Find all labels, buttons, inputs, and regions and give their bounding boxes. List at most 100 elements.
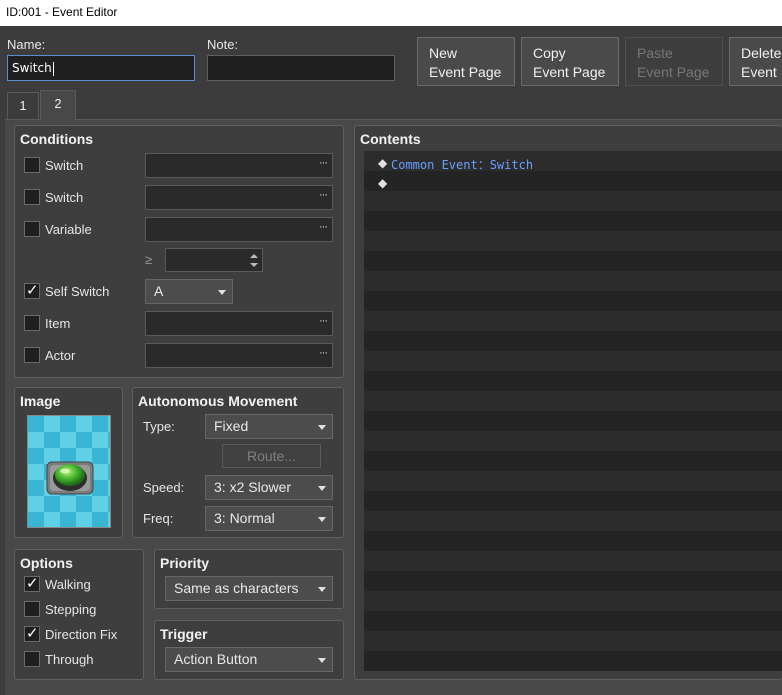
self-switch-label: Self Switch: [45, 284, 110, 299]
tab-page-1[interactable]: 1: [7, 92, 39, 120]
list-row: [364, 391, 782, 411]
switch1-checkbox[interactable]: [24, 157, 40, 173]
trigger-select[interactable]: Action Button: [165, 647, 333, 672]
list-row: [364, 271, 782, 291]
name-label: Name:: [7, 37, 46, 52]
list-row: [364, 311, 782, 331]
ellipsis-icon: ···: [319, 347, 328, 359]
checkmark-icon: ✓: [26, 574, 39, 592]
list-row: [364, 571, 782, 591]
chevron-down-icon: [318, 425, 326, 430]
variable-label: Variable: [45, 222, 92, 237]
spin-up-icon[interactable]: [250, 254, 258, 258]
list-row: [364, 251, 782, 271]
copy-button-line2: Event Page: [533, 64, 606, 80]
list-row: [364, 331, 782, 351]
walking-checkbox[interactable]: ✓: [24, 574, 40, 592]
item-picker[interactable]: ···: [145, 311, 333, 336]
list-row: [364, 351, 782, 371]
command-marker-icon: ◆: [378, 156, 388, 170]
list-row: [364, 231, 782, 251]
copy-button-line1: Copy: [533, 45, 566, 61]
through-checkbox[interactable]: [24, 651, 40, 667]
list-row: [364, 611, 782, 631]
chevron-down-icon: [318, 658, 326, 663]
checkmark-icon: ✓: [26, 281, 39, 299]
checkmark-icon: ✓: [26, 624, 39, 642]
spin-down-icon[interactable]: [250, 263, 258, 267]
through-label: Through: [45, 652, 94, 667]
ellipsis-icon: ···: [319, 221, 328, 233]
list-row: [364, 631, 782, 651]
self-switch-checkbox[interactable]: ✓: [24, 281, 40, 299]
ellipsis-icon: ···: [319, 189, 328, 201]
new-event-page-button[interactable]: New Event Page: [417, 37, 515, 86]
checkerboard-switch-graphic: [28, 416, 110, 527]
tab-page-2[interactable]: 2: [40, 90, 76, 120]
movement-freq-value: 3: Normal: [214, 510, 275, 526]
text-caret: [52, 61, 54, 76]
switch2-checkbox[interactable]: [24, 189, 40, 205]
copy-event-page-button[interactable]: Copy Event Page: [521, 37, 619, 86]
conditions-title: Conditions: [20, 131, 94, 147]
actor-checkbox[interactable]: [24, 347, 40, 363]
stepping-checkbox[interactable]: [24, 601, 40, 617]
movement-type-label: Type:: [143, 419, 175, 434]
ellipsis-icon: ···: [319, 315, 328, 327]
delete-event-page-button[interactable]: Delete Event: [729, 37, 782, 86]
variable-value-stepper[interactable]: [165, 248, 263, 272]
movement-freq-select[interactable]: 3: Normal: [205, 506, 333, 531]
name-value: Switch: [12, 61, 52, 75]
list-row: [364, 411, 782, 431]
options-title: Options: [20, 555, 73, 571]
list-row: [364, 451, 782, 471]
delete-button-line2: Event: [741, 64, 777, 80]
list-row: [364, 191, 782, 211]
paste-event-page-button[interactable]: Paste Event Page: [625, 37, 723, 86]
actor-label: Actor: [45, 348, 76, 363]
list-row: [364, 211, 782, 231]
paste-button-line2: Event Page: [637, 64, 710, 80]
new-button-line2: Event Page: [429, 64, 502, 80]
movement-type-value: Fixed: [214, 418, 249, 434]
paste-button-line1: Paste: [637, 45, 673, 61]
command-marker-icon: ◆: [378, 176, 388, 190]
note-field[interactable]: [207, 55, 395, 81]
priority-select[interactable]: Same as characters: [165, 576, 333, 601]
chevron-down-icon: [318, 517, 326, 522]
ellipsis-icon: ···: [319, 157, 328, 169]
direction-fix-checkbox[interactable]: ✓: [24, 624, 40, 642]
chevron-down-icon: [318, 587, 326, 592]
list-row: [364, 491, 782, 511]
item-checkbox[interactable]: [24, 315, 40, 331]
list-row: [364, 471, 782, 491]
priority-value: Same as characters: [174, 580, 299, 596]
variable-checkbox[interactable]: [24, 221, 40, 237]
walking-label: Walking: [45, 577, 91, 592]
movement-speed-select[interactable]: 3: x2 Slower: [205, 475, 333, 500]
movement-type-select[interactable]: Fixed: [205, 414, 333, 439]
name-field[interactable]: Switch: [7, 55, 195, 81]
switch2-picker[interactable]: ···: [145, 185, 333, 210]
window-title: ID:001 - Event Editor: [0, 0, 782, 26]
event-image-preview[interactable]: [27, 415, 111, 528]
autonomous-movement-title: Autonomous Movement: [138, 393, 298, 409]
greater-equal-symbol: ≥: [145, 252, 153, 267]
stepping-label: Stepping: [45, 602, 97, 617]
command-row[interactable]: [364, 171, 782, 191]
list-row: [364, 371, 782, 391]
switch1-picker[interactable]: ···: [145, 153, 333, 178]
self-switch-select[interactable]: A: [145, 279, 233, 304]
list-row: [364, 551, 782, 571]
actor-picker[interactable]: ···: [145, 343, 333, 368]
event-command-list[interactable]: [364, 151, 782, 674]
item-label: Item: [45, 316, 71, 331]
self-switch-value: A: [154, 283, 164, 299]
route-button[interactable]: Route...: [222, 444, 321, 468]
variable-picker[interactable]: ···: [145, 217, 333, 242]
list-row: [364, 531, 782, 551]
command-text: Common Event：Switch: [391, 158, 534, 172]
direction-fix-label: Direction Fix: [45, 627, 118, 642]
priority-title: Priority: [160, 555, 210, 571]
image-title: Image: [20, 393, 61, 409]
